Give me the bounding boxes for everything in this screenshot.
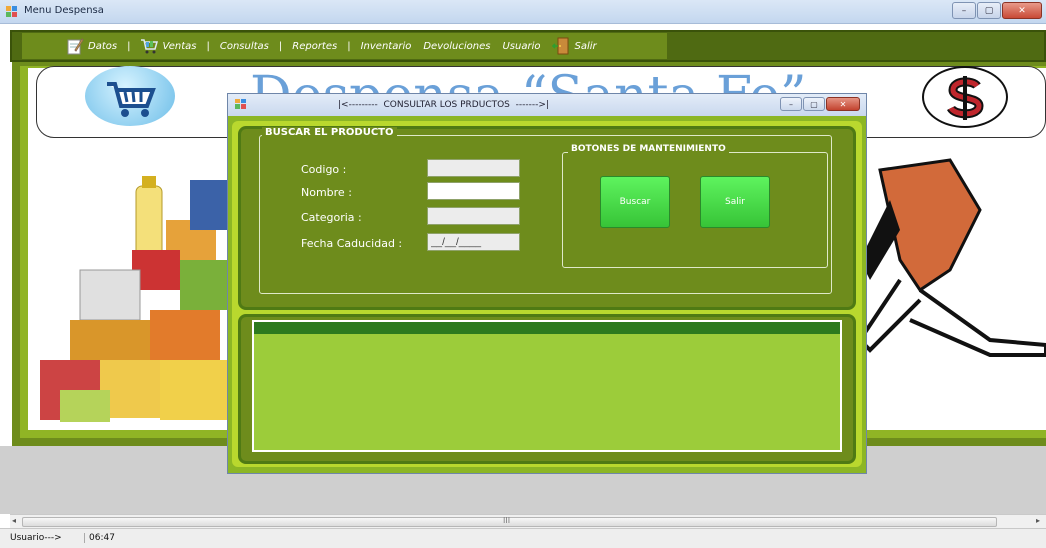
consultar-productos-dialog: |<--------- CONSULTAR LOS PRDUCTOS -----…: [227, 93, 867, 474]
dialog-maximize-button[interactable]: ▢: [803, 97, 825, 111]
fecha-caducidad-field[interactable]: [427, 233, 520, 251]
menu-item-devoluciones[interactable]: Devoluciones: [417, 41, 496, 52]
menu-label-ventas: Ventas: [162, 40, 197, 52]
menu-label-consultas: Consultas: [219, 40, 269, 52]
dialog-minimize-button[interactable]: –: [780, 97, 802, 111]
app-icon: [6, 6, 17, 17]
menu-item-consultas[interactable]: Consultas: [214, 41, 275, 52]
menu-separator: |: [347, 40, 351, 52]
salir-button[interactable]: Salir: [700, 176, 770, 228]
menu-label-devoluciones: Devoluciones: [423, 40, 491, 52]
menu-item-datos[interactable]: Datos: [22, 37, 123, 55]
dialog-title: |<--------- CONSULTAR LOS PRDUCTOS -----…: [338, 100, 549, 110]
fecha-caducidad-label: Fecha Caducidad :: [301, 237, 403, 250]
menu-label-inventario: Inventario: [360, 40, 412, 52]
dialog-close-button[interactable]: ✕: [826, 97, 860, 111]
minimize-button[interactable]: –: [952, 2, 976, 19]
shopping-cart-icon: [85, 66, 175, 126]
menu-items: Datos | Ventas | Consultas | Reportes | …: [22, 33, 667, 59]
search-group-legend: BUSCAR EL PRODUCTO: [262, 127, 397, 138]
dollar-logo-icon: [922, 66, 1008, 128]
nombre-field[interactable]: [427, 182, 520, 200]
notepad-icon: [67, 38, 84, 55]
menu-item-inventario[interactable]: Inventario: [355, 41, 418, 52]
groceries-image: [40, 176, 230, 422]
menu-label-reportes: Reportes: [292, 40, 338, 52]
status-time: 06:47: [84, 533, 115, 543]
menu-label-salir: Salir: [574, 40, 597, 52]
menu-label-datos: Datos: [88, 40, 118, 52]
nombre-label: Nombre :: [301, 186, 352, 199]
scroll-left-icon[interactable]: ◂: [12, 516, 16, 525]
app-icon: [235, 99, 246, 109]
dialog-titlebar: |<--------- CONSULTAR LOS PRDUCTOS -----…: [228, 94, 866, 116]
maximize-button[interactable]: ▢: [977, 2, 1001, 19]
window-controls: – ▢ ✕: [952, 2, 1042, 20]
scroll-thumb[interactable]: III: [22, 516, 997, 527]
maintenance-group-legend: BOTONES DE MANTENIMIENTO: [568, 144, 729, 154]
menu-separator: |: [206, 40, 210, 52]
cart-icon: [141, 39, 159, 54]
menu-item-ventas[interactable]: Ventas: [134, 37, 202, 55]
codigo-field[interactable]: [427, 159, 520, 177]
menu-item-salir[interactable]: Salir: [546, 37, 602, 55]
door-exit-icon: [552, 37, 569, 55]
buscar-button[interactable]: Buscar: [600, 176, 670, 228]
results-grid-header: [254, 322, 840, 334]
results-grid[interactable]: [252, 320, 842, 452]
codigo-label: Codigo :: [301, 163, 347, 176]
categoria-label: Categoria :: [301, 211, 362, 224]
window-titlebar: Menu Despensa – ▢ ✕: [0, 0, 1046, 24]
status-bar: Usuario---> 06:47: [0, 528, 1046, 548]
menu-label-usuario: Usuario: [502, 40, 541, 52]
menu-separator: |: [127, 40, 131, 52]
menu-item-reportes[interactable]: Reportes: [286, 41, 343, 52]
close-button[interactable]: ✕: [1002, 2, 1042, 19]
runner-image: [860, 158, 1046, 357]
categoria-field[interactable]: [427, 207, 520, 225]
dialog-controls: – ▢ ✕: [780, 97, 860, 111]
horizontal-scrollbar[interactable]: ◂ III ▸: [10, 514, 1046, 528]
scroll-grip: III: [503, 516, 511, 525]
menu-separator: |: [278, 40, 283, 52]
menu-item-usuario[interactable]: Usuario: [496, 41, 546, 52]
status-user: Usuario--->: [10, 533, 62, 543]
window-title: Menu Despensa: [24, 5, 104, 16]
scroll-right-icon[interactable]: ▸: [1036, 516, 1040, 525]
